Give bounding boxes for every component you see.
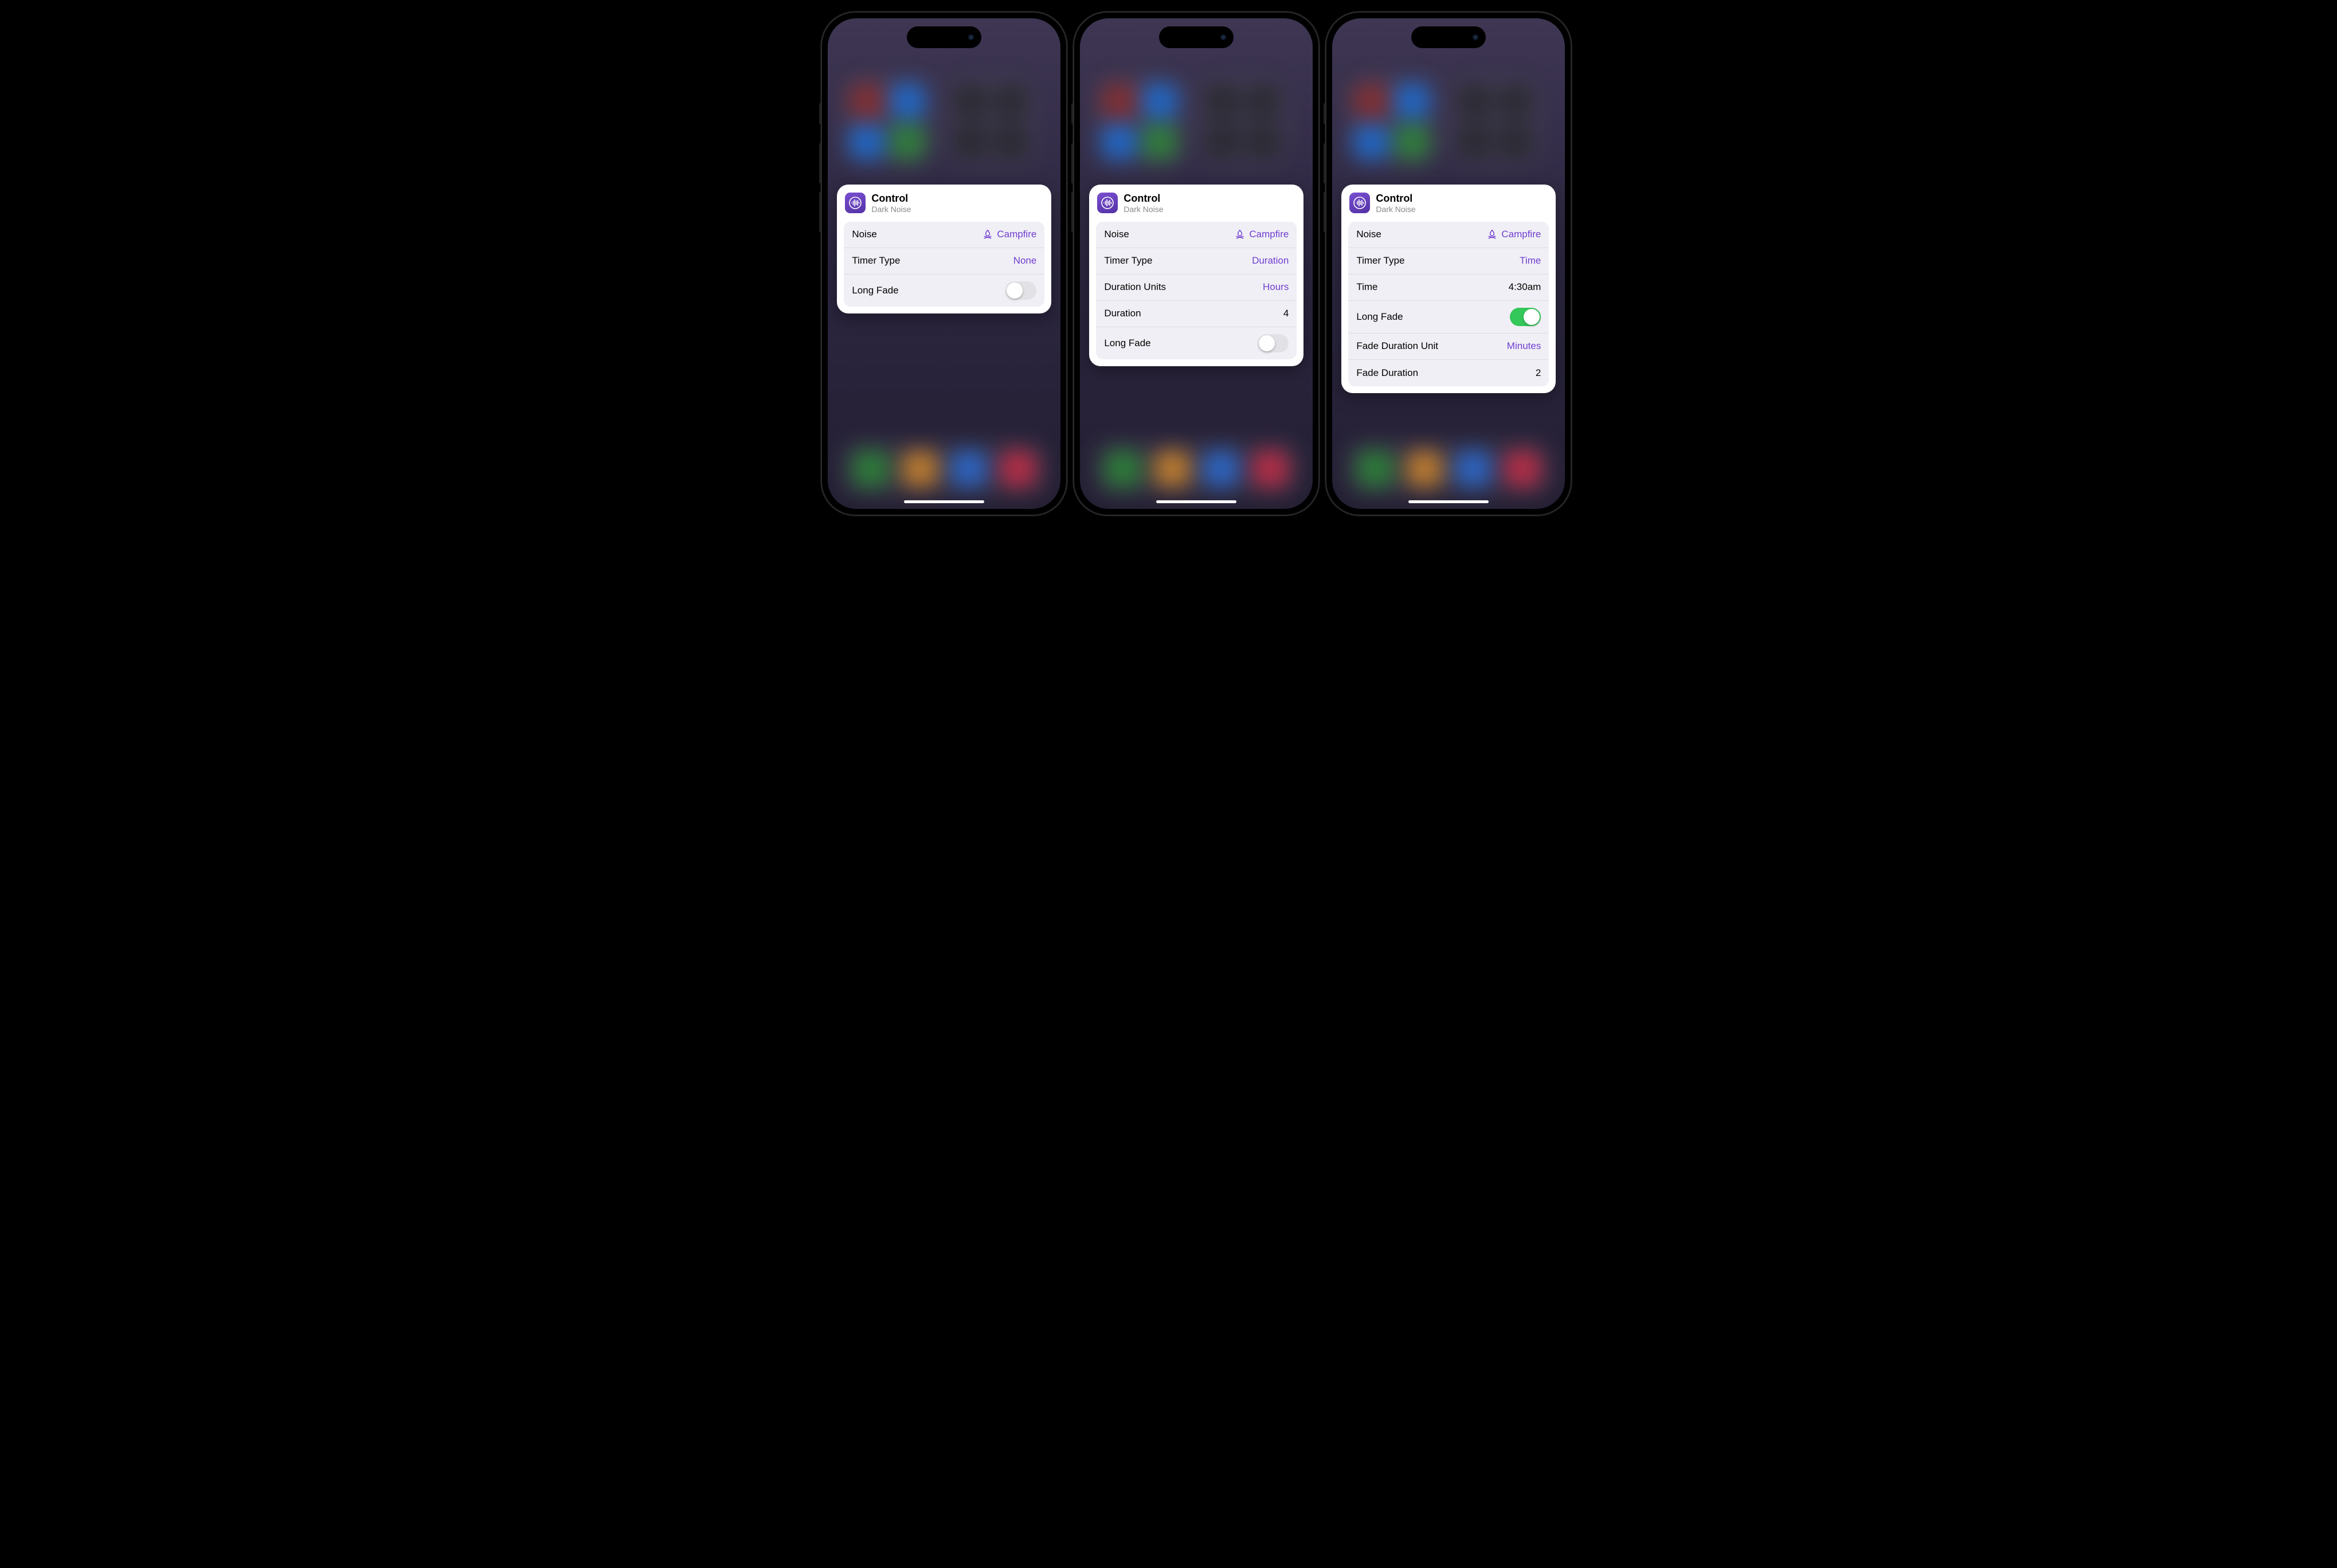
long-fade-switch[interactable] <box>1005 281 1036 300</box>
row-label: Long Fade <box>1356 311 1403 323</box>
row-timer-type[interactable]: Timer Type None <box>844 248 1044 275</box>
long-fade-switch[interactable] <box>1510 308 1541 326</box>
row-label: Timer Type <box>1104 255 1152 266</box>
row-value: 4 <box>1283 308 1289 319</box>
row-label: Noise <box>1356 229 1381 240</box>
app-icon <box>1097 193 1118 213</box>
phone-screen: Control Dark Noise Noise Campfire <box>1332 18 1565 509</box>
shortcut-card: Control Dark Noise Noise Campfire <box>1341 185 1556 393</box>
settings-list: Noise Campfire Timer Type None <box>844 222 1044 307</box>
row-value: Hours <box>1263 281 1289 293</box>
long-fade-switch[interactable] <box>1258 334 1289 352</box>
row-fade-duration[interactable]: Fade Duration 2 <box>1348 360 1549 386</box>
row-fade-duration-unit[interactable]: Fade Duration Unit Minutes <box>1348 334 1549 360</box>
dynamic-island <box>1411 26 1486 48</box>
dynamic-island <box>1159 26 1234 48</box>
card-header: Control Dark Noise <box>1096 191 1297 222</box>
settings-list: Noise Campfire Timer Type Duration <box>1096 222 1297 359</box>
card-header: Control Dark Noise <box>844 191 1044 222</box>
row-label: Noise <box>852 229 876 240</box>
row-value: 4:30am <box>1509 281 1541 293</box>
app-icon <box>1349 193 1370 213</box>
row-duration-units[interactable]: Duration Units Hours <box>1096 275 1297 301</box>
campfire-icon <box>982 229 993 240</box>
campfire-icon <box>1486 229 1498 240</box>
row-noise[interactable]: Noise Campfire <box>1348 222 1549 248</box>
phone-mockup: Control Dark Noise Noise Campfire <box>1073 11 1320 516</box>
row-value: Campfire <box>1486 229 1541 240</box>
card-subtitle: Dark Noise <box>1124 205 1163 214</box>
app-icon <box>845 193 866 213</box>
row-label: Noise <box>1104 229 1129 240</box>
phone-mockup: Control Dark Noise Noise Campfire <box>821 11 1067 516</box>
row-value: Campfire <box>982 229 1036 240</box>
row-noise[interactable]: Noise Campfire <box>1096 222 1297 248</box>
row-value: None <box>1013 255 1037 266</box>
settings-list: Noise Campfire Timer Type Time <box>1348 222 1549 386</box>
row-label: Duration Units <box>1104 281 1166 293</box>
row-label: Long Fade <box>852 285 898 296</box>
row-duration[interactable]: Duration 4 <box>1096 301 1297 327</box>
row-label: Timer Type <box>852 255 900 266</box>
row-long-fade[interactable]: Long Fade <box>1348 301 1549 334</box>
row-timer-type[interactable]: Timer Type Duration <box>1096 248 1297 275</box>
shortcut-card: Control Dark Noise Noise Campfire <box>1089 185 1303 366</box>
phone-screen: Control Dark Noise Noise Campfire <box>828 18 1060 509</box>
dynamic-island <box>907 26 981 48</box>
row-long-fade[interactable]: Long Fade <box>844 275 1044 307</box>
phone-screen: Control Dark Noise Noise Campfire <box>1080 18 1313 509</box>
row-label: Long Fade <box>1104 338 1150 349</box>
card-subtitle: Dark Noise <box>871 205 911 214</box>
row-time[interactable]: Time 4:30am <box>1348 275 1549 301</box>
home-indicator[interactable] <box>904 500 984 503</box>
row-value: Time <box>1520 255 1541 266</box>
home-indicator[interactable] <box>1156 500 1236 503</box>
campfire-icon <box>1234 229 1246 240</box>
row-timer-type[interactable]: Timer Type Time <box>1348 248 1549 275</box>
card-title: Control <box>871 193 911 205</box>
card-header: Control Dark Noise <box>1348 191 1549 222</box>
row-label: Timer Type <box>1356 255 1404 266</box>
row-label: Fade Duration Unit <box>1356 340 1438 352</box>
card-title: Control <box>1124 193 1163 205</box>
card-title: Control <box>1376 193 1415 205</box>
card-subtitle: Dark Noise <box>1376 205 1415 214</box>
row-label: Time <box>1356 281 1377 293</box>
row-noise[interactable]: Noise Campfire <box>844 222 1044 248</box>
row-label: Duration <box>1104 308 1141 319</box>
shortcut-card: Control Dark Noise Noise Campfire <box>837 185 1051 313</box>
phone-mockup: Control Dark Noise Noise Campfire <box>1325 11 1572 516</box>
row-value: 2 <box>1536 367 1541 379</box>
home-indicator[interactable] <box>1408 500 1489 503</box>
row-value: Duration <box>1252 255 1289 266</box>
row-value: Campfire <box>1234 229 1289 240</box>
row-label: Fade Duration <box>1356 367 1418 379</box>
row-long-fade[interactable]: Long Fade <box>1096 327 1297 359</box>
row-value: Minutes <box>1507 340 1541 352</box>
